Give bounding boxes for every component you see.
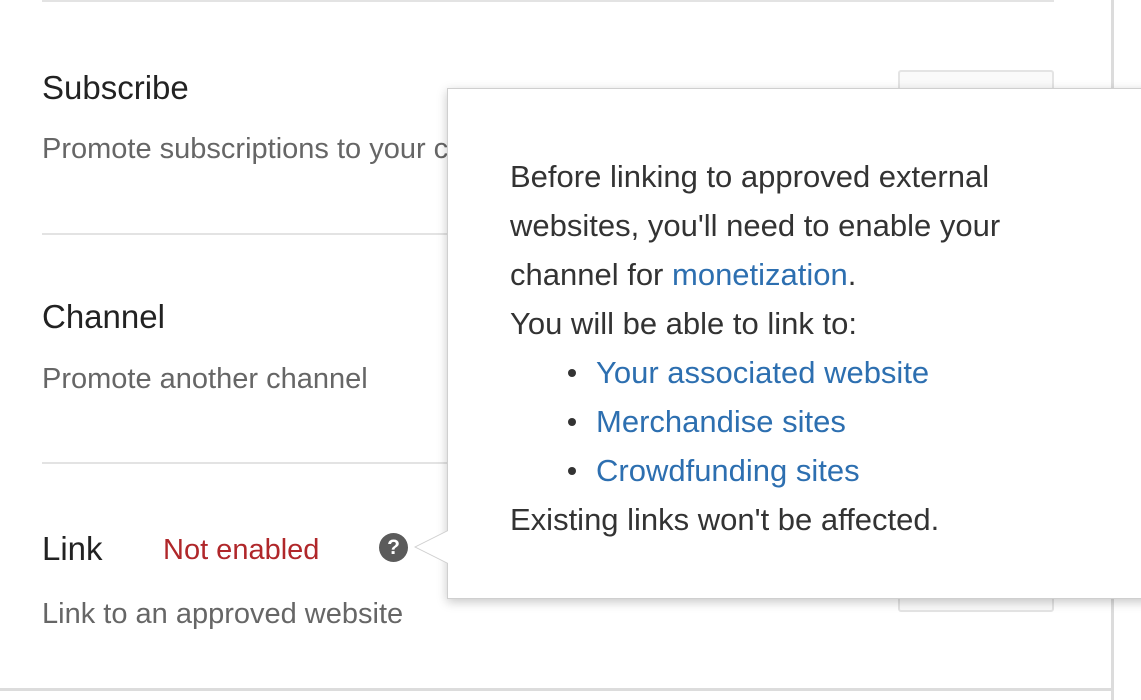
question-circle-icon[interactable]: ? xyxy=(379,533,408,562)
tooltip-line-3-suffix: . xyxy=(847,257,857,292)
list-item: Crowdfunding sites xyxy=(560,446,1130,495)
tooltip-arrow-fill xyxy=(416,531,448,563)
crowdfunding-sites-link[interactable]: Crowdfunding sites xyxy=(596,453,860,488)
tooltip-line-3-prefix: channel for xyxy=(510,257,672,292)
panel-bottom-border xyxy=(0,688,1114,691)
tooltip-footer: Existing links won't be affected. xyxy=(510,502,940,537)
channel-description: Promote another channel xyxy=(42,363,368,395)
link-description: Link to an approved website xyxy=(42,598,404,630)
tooltip-line-3: channel for monetization. xyxy=(510,250,1130,299)
tooltip-line-1: Before linking to approved external xyxy=(510,159,990,194)
associated-website-link[interactable]: Your associated website xyxy=(596,355,929,390)
list-item: Your associated website xyxy=(560,348,1130,397)
channel-title: Channel xyxy=(42,298,165,335)
merchandise-sites-link[interactable]: Merchandise sites xyxy=(596,404,846,439)
tooltip-line-2: websites, you'll need to enable your xyxy=(510,208,1001,243)
tooltip-intro: You will be able to link to: xyxy=(510,306,857,341)
top-divider xyxy=(42,0,1054,2)
link-title: Link xyxy=(42,530,103,567)
end-screen-element-panel: Subscribe Promote subscriptions to your … xyxy=(0,0,1141,700)
link-status-badge: Not enabled xyxy=(163,534,320,566)
list-item: Merchandise sites xyxy=(560,397,1130,446)
tooltip-content: Before linking to approved external webs… xyxy=(510,152,1130,544)
monetization-link[interactable]: monetization xyxy=(672,257,848,292)
subscribe-title: Subscribe xyxy=(42,69,189,106)
allowed-link-list: Your associated website Merchandise site… xyxy=(510,348,1130,495)
